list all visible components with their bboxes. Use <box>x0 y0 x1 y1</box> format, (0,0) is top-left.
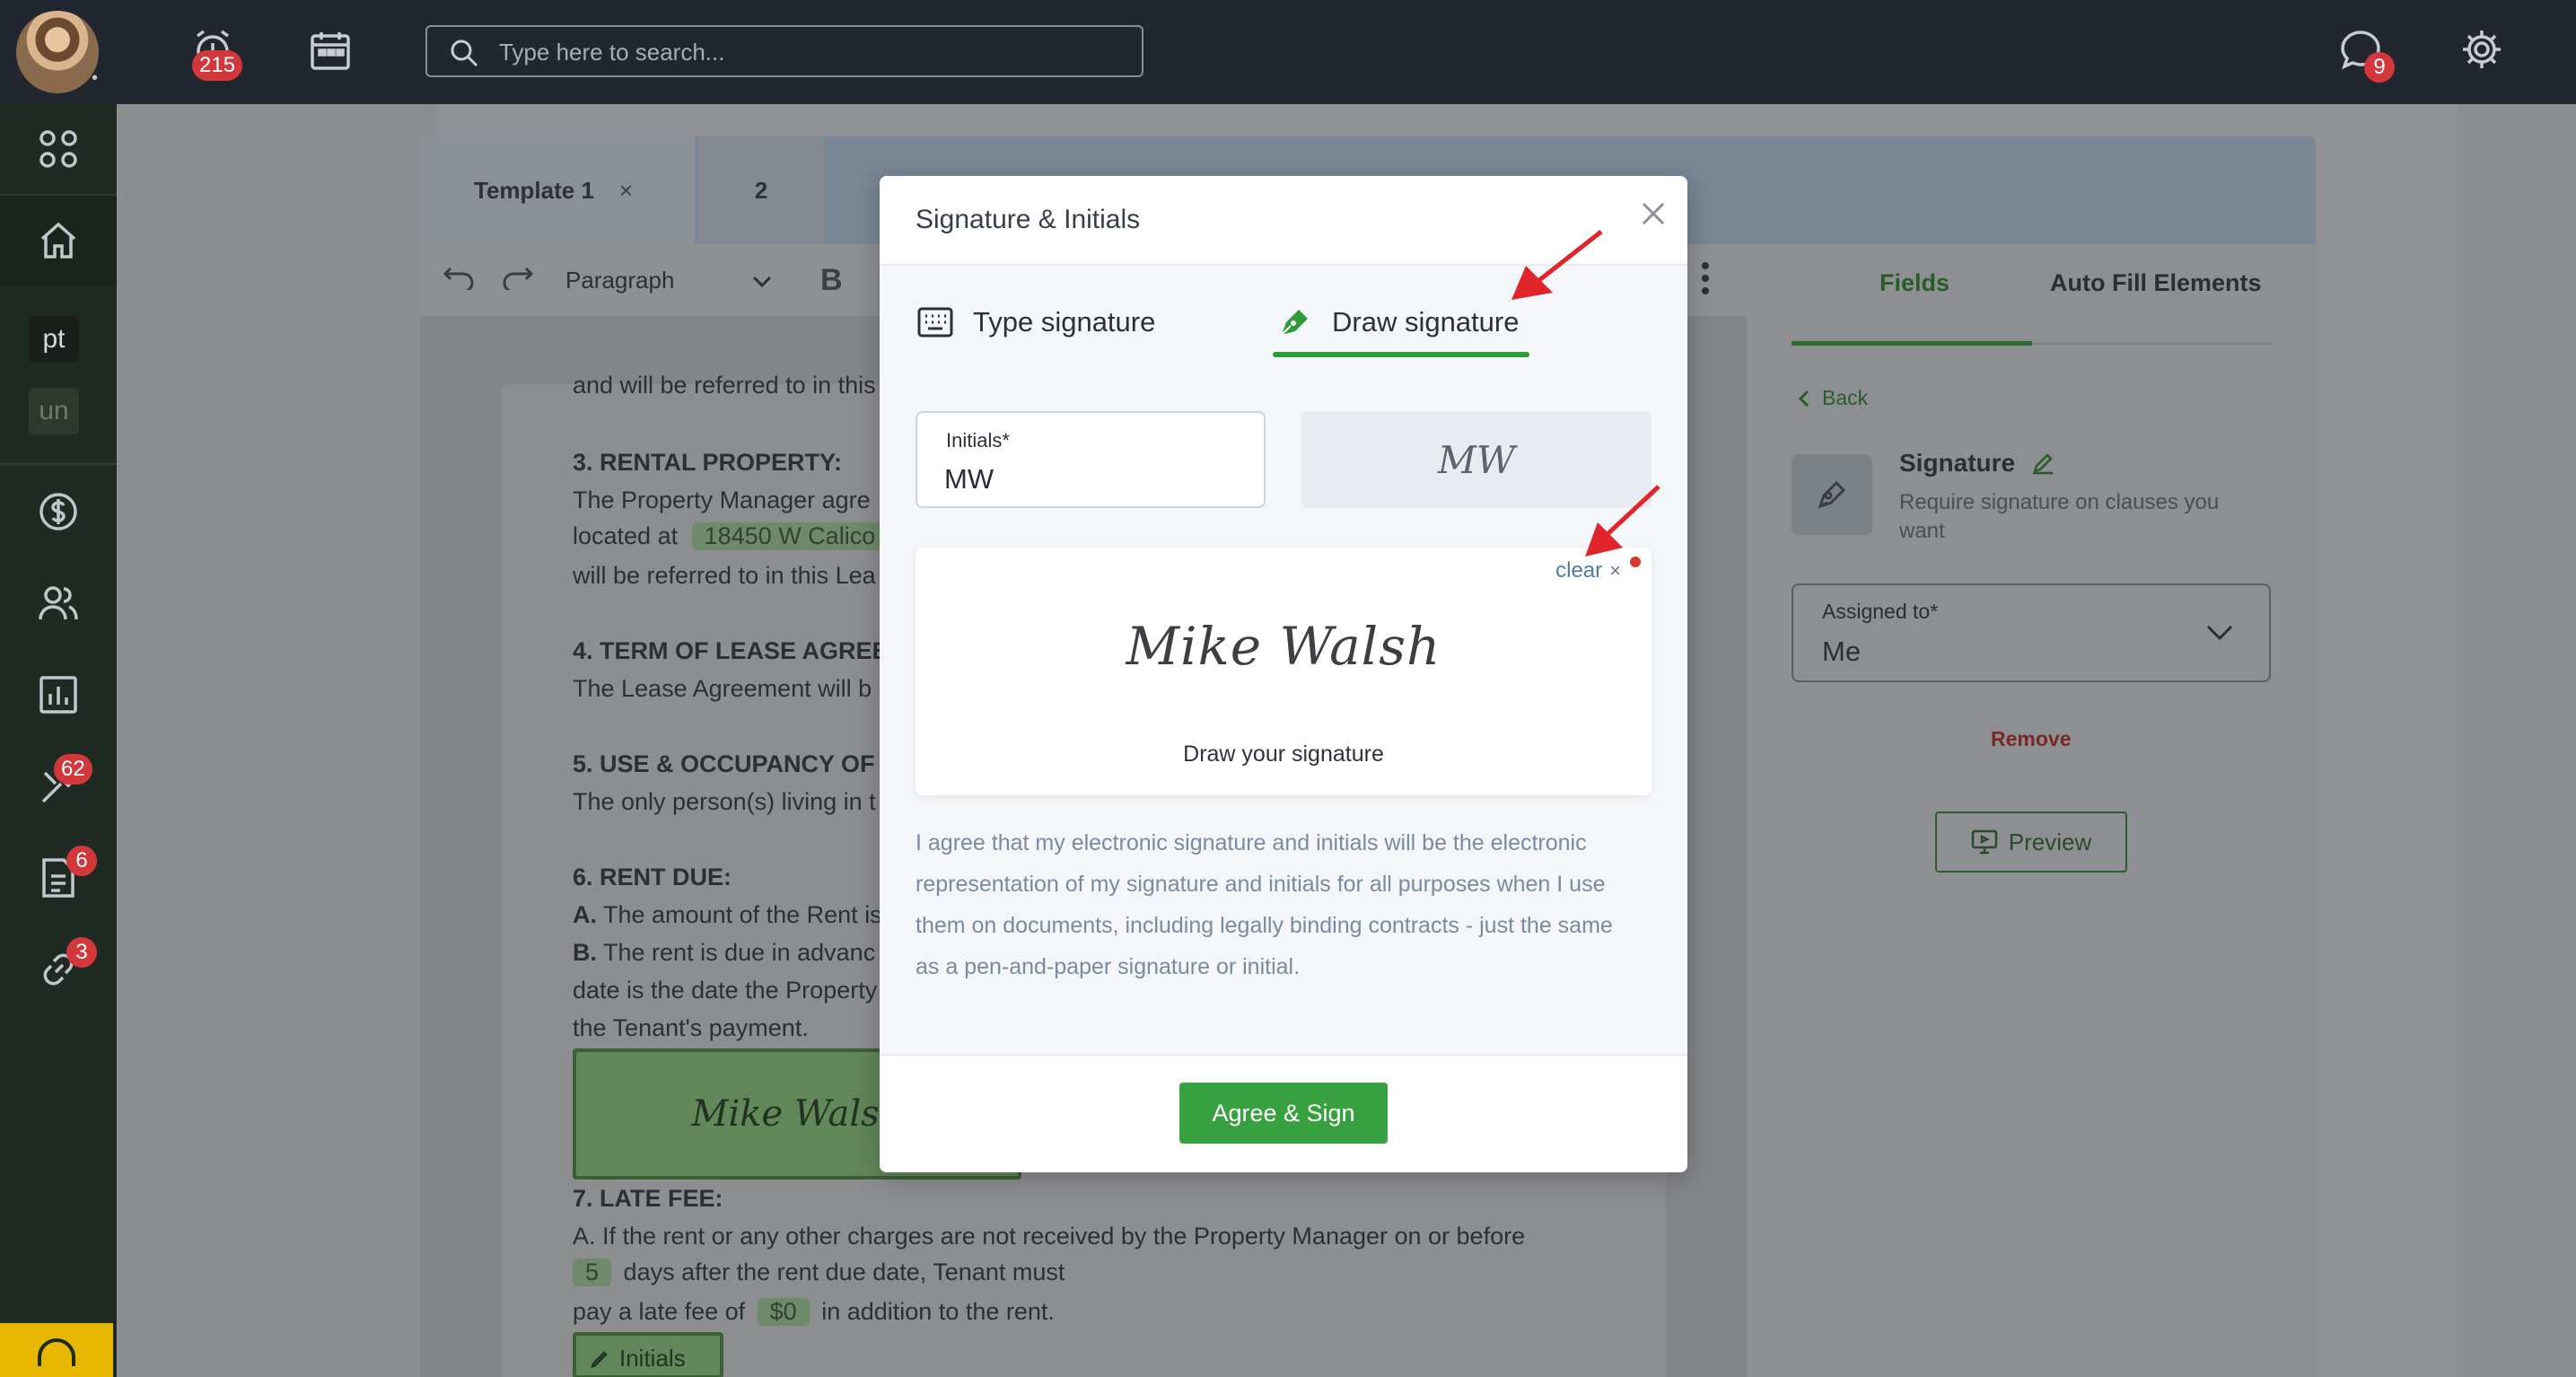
keyboard-icon <box>917 307 953 338</box>
top-bar: • 215 9 <box>0 0 2576 104</box>
chevron-left-icon <box>1799 390 1809 407</box>
redo-icon[interactable] <box>501 265 535 296</box>
pen-icon <box>591 1351 608 1368</box>
doc-line: date is the date the Property <box>573 977 878 1004</box>
agree-and-sign-button[interactable]: Agree & Sign <box>1179 1083 1388 1144</box>
tab-fields[interactable]: Fields <box>1879 269 1950 297</box>
alarm-badge: 215 <box>192 50 243 81</box>
block-type-value: Paragraph <box>565 266 675 294</box>
search-box[interactable] <box>425 25 1143 77</box>
doc-heading: 5. USE & OCCUPANCY OF <box>573 750 875 777</box>
link-icon[interactable] <box>0 925 117 1014</box>
tab-close-icon[interactable]: × <box>619 177 633 205</box>
doc-line: The Lease Agreement will b <box>573 675 872 702</box>
home-icon[interactable] <box>0 196 117 285</box>
signature-modal: Signature & Initials Type signature Draw… <box>880 176 1687 1172</box>
doc-line: will be referred to in this Lea <box>573 562 876 589</box>
days-field[interactable]: 5 <box>573 1259 612 1286</box>
calendar-icon[interactable] <box>309 29 352 76</box>
signature-title: Signature <box>1899 449 2055 478</box>
documents-badge: 6 <box>66 846 97 876</box>
doc-line: B. The rent is due in advanc <box>573 939 876 966</box>
remove-link[interactable]: Remove <box>1991 727 2071 751</box>
initials-field[interactable]: Initials <box>573 1332 723 1377</box>
doc-heading: 3. RENTAL PROPERTY: <box>573 449 843 476</box>
links-badge: 3 <box>66 937 97 968</box>
tab-type-signature-label: Type signature <box>973 306 1156 338</box>
pen-nib-icon <box>1281 310 1308 336</box>
chevron-down-icon <box>2206 625 2233 641</box>
doc-line: A. The amount of the Rent is <box>573 901 882 928</box>
tab-template-1[interactable]: Template 1 × <box>420 136 695 244</box>
documents-icon[interactable] <box>0 833 117 923</box>
assigned-to-value: Me <box>1822 636 1862 667</box>
consent-text: I agree that my electronic signature and… <box>916 830 1613 979</box>
apps-grid-icon[interactable] <box>0 104 117 194</box>
drawn-signature: Mike Walsh <box>1126 616 1441 677</box>
tab-template-2[interactable]: 2 <box>698 136 824 244</box>
sidebar: pt un 62 6 3 <box>0 104 117 1377</box>
doc-line: 5 days after the rent due date, Tenant m… <box>573 1259 1065 1286</box>
late-fee-field[interactable]: $0 <box>757 1298 810 1326</box>
dollar-icon[interactable] <box>0 467 117 557</box>
doc-line: A. If the rent or any other charges are … <box>573 1223 1526 1250</box>
sidebar-chip-un[interactable]: un <box>29 388 79 434</box>
close-icon[interactable] <box>1635 196 1671 232</box>
maintenance-badge: 62 <box>54 754 92 785</box>
maintenance-tools-icon[interactable] <box>0 741 117 831</box>
doc-line: and will be referred to in this <box>573 372 876 399</box>
search-icon <box>451 39 478 67</box>
doc-heading: 7. LATE FEE: <box>573 1185 723 1212</box>
tab-template-1-label: Template 1 <box>474 176 594 204</box>
bold-button[interactable]: B <box>820 263 843 298</box>
signature-description-2: want <box>1899 519 1945 543</box>
modal-title: Signature & Initials <box>916 205 1141 234</box>
monitor-icon <box>1971 829 1997 855</box>
initials-input[interactable] <box>944 460 1249 499</box>
doc-line: The Property Manager agre <box>573 487 871 513</box>
doc-line: the Tenant's payment. <box>573 1014 809 1041</box>
tab-draw-signature[interactable]: Draw signature <box>1276 293 1519 352</box>
back-link[interactable]: Back <box>1799 386 1868 410</box>
user-avatar[interactable] <box>16 11 99 93</box>
tab-draw-signature-label: Draw signature <box>1332 306 1520 338</box>
chat-badge: 9 <box>2364 52 2395 83</box>
doc-line: The only person(s) living in t <box>573 788 876 815</box>
tab-type-signature[interactable]: Type signature <box>917 293 1155 352</box>
doc-heading: 6. RENT DUE: <box>573 864 732 890</box>
undo-icon[interactable] <box>442 265 476 296</box>
annotation-arrow-icon <box>1511 230 1603 300</box>
active-tab-indicator <box>1273 352 1529 357</box>
initials-input-field[interactable]: Initials* <box>916 411 1266 508</box>
assigned-to-select[interactable]: Assigned to* Me <box>1792 583 2271 682</box>
signature-draw-pad[interactable]: clear × Mike Walsh Draw your signature <box>916 548 1652 795</box>
users-icon[interactable] <box>0 558 117 648</box>
tab-auto-fill-elements[interactable]: Auto Fill Elements <box>2050 269 2262 297</box>
chevron-down-icon <box>752 267 772 294</box>
support-headset-button[interactable] <box>0 1323 113 1377</box>
fields-panel <box>1747 244 2316 1377</box>
doc-heading: 4. TERM OF LEASE AGREE <box>573 637 889 664</box>
pin-icon: • <box>92 68 99 88</box>
modal-footer: Agree & Sign <box>880 1054 1687 1172</box>
reports-chart-icon[interactable] <box>0 650 117 740</box>
signature-description-1: Require signature on clauses you <box>1899 490 2220 514</box>
doc-line: pay a late fee of $0 in addition to the … <box>573 1298 1055 1326</box>
initials-label: Initials* <box>946 429 1010 452</box>
edit-pencil-icon[interactable] <box>2031 452 2055 475</box>
annotation-arrow-icon <box>1585 485 1660 557</box>
draw-caption: Draw your signature <box>1183 741 1384 767</box>
search-input[interactable] <box>499 36 1127 68</box>
sidebar-chip-pt[interactable]: pt <box>29 316 79 363</box>
headset-icon <box>38 1338 75 1366</box>
preview-button[interactable]: Preview <box>1935 811 2127 873</box>
gear-icon[interactable] <box>2459 27 2504 76</box>
assigned-to-label: Assigned to* <box>1822 600 1939 623</box>
signature-field-icon <box>1792 454 1872 535</box>
more-options-icon[interactable] <box>1700 260 1711 303</box>
address-field[interactable]: 18450 W Calico <box>691 522 889 550</box>
block-type-select[interactable]: Paragraph <box>565 267 772 294</box>
doc-line: located at 18450 W Calico <box>573 522 889 550</box>
